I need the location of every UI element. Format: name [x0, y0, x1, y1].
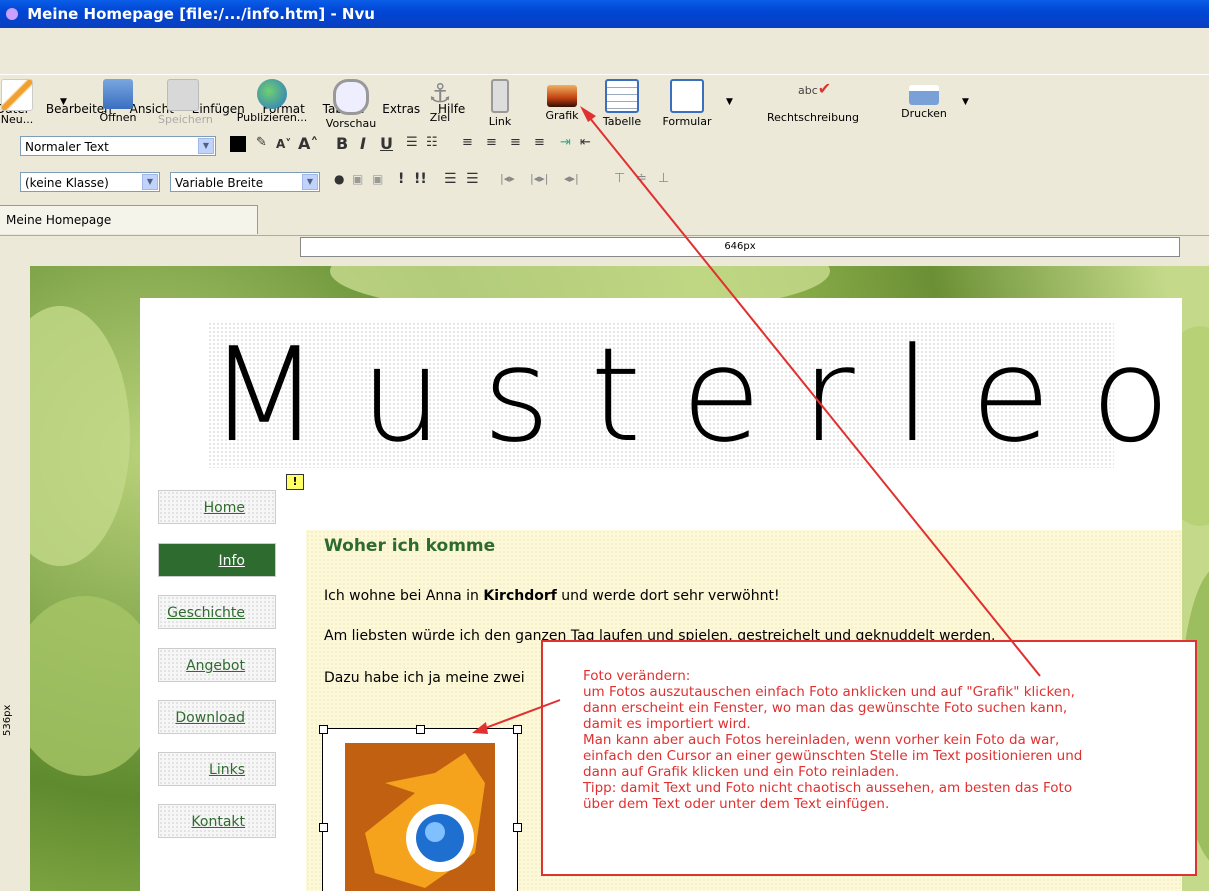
chain-link-icon [491, 79, 509, 113]
important-icon[interactable]: ! [398, 171, 404, 187]
tab-meine-homepage[interactable]: Meine Homepage [0, 205, 258, 234]
print-button[interactable]: Drucken [896, 75, 952, 120]
document-tab-bar: Meine Homepage [0, 205, 1209, 236]
outdent-icon[interactable]: ⇤ [580, 135, 591, 150]
window-title: Meine Homepage [file:/.../info.htm] - Nv… [27, 5, 375, 23]
anchor-button[interactable]: ⚓ Ziel [420, 75, 460, 124]
composition-toolbar: Neu... ▼ Öffnen Speichern Publizieren...… [0, 74, 1209, 133]
table-button[interactable]: Tabelle [600, 75, 644, 128]
width-select[interactable]: Variable Breite ▼ [170, 172, 320, 192]
style-icon[interactable]: ● [334, 172, 344, 186]
highlight-pen-icon[interactable]: ✎ [256, 135, 267, 150]
width-ruler: 646px [300, 237, 1180, 257]
align-justify-icon[interactable]: ≡ [534, 135, 545, 150]
nvu-app-icon [6, 8, 18, 20]
publish-button[interactable]: Publizieren... [232, 75, 312, 124]
image-button[interactable]: Grafik [540, 75, 584, 122]
font-larger-icon[interactable]: A˄ [298, 134, 318, 153]
paragraph-format-select[interactable]: Normaler Text ▼ [20, 136, 216, 156]
open-button[interactable]: Öffnen [95, 75, 141, 124]
blender-logo-icon [345, 743, 495, 891]
nav-download[interactable]: Download [158, 700, 276, 734]
vertical-ruler [0, 265, 30, 891]
bold-icon[interactable]: B [336, 134, 348, 153]
floppy-disk-icon [167, 79, 199, 111]
layer-icon[interactable]: ▣ [352, 172, 363, 186]
form-icon [670, 79, 704, 113]
form-button[interactable]: Formular [658, 75, 716, 128]
new-button[interactable]: Neu... [0, 75, 40, 126]
resize-handle[interactable] [513, 823, 522, 832]
resize-handle[interactable] [319, 725, 328, 734]
save-button[interactable]: Speichern [158, 75, 213, 126]
format-toolbar-1: Normaler Text ▼ ✎ A˅ A˄ B I U ☰ ☷ ≡ ≡ ≡ … [0, 134, 1209, 164]
nav-home[interactable]: Home [158, 490, 276, 524]
bullet-list-icon[interactable]: ☷ [426, 135, 438, 150]
valign-bottom-icon[interactable]: ⊥ [658, 171, 669, 186]
chevron-down-icon: ▼ [142, 174, 158, 190]
underline-icon[interactable]: U [380, 134, 393, 153]
indent-icon[interactable]: ⇥ [560, 135, 571, 150]
chevron-down-icon: ▼ [198, 138, 214, 154]
link-button[interactable]: Link [480, 75, 520, 128]
leaf-decoration [30, 306, 130, 566]
spellcheck-button[interactable]: abc✔ Rechtschreibung [762, 75, 864, 124]
spellcheck-icon: abc✔ [798, 79, 832, 98]
float-right-icon[interactable]: ◂▸| [564, 172, 579, 185]
align-right-icon[interactable]: ≡ [510, 135, 521, 150]
height-ruler-label: 536px [2, 704, 13, 736]
align-center-icon[interactable]: ≡ [486, 135, 497, 150]
paragraph-1: Ich wohne bei Anna in Kirchdorf und werd… [324, 588, 780, 604]
site-logo: Musterleo [208, 319, 1209, 471]
table-icon [605, 79, 639, 113]
paragraph-3: Dazu habe ich ja meine zwei [324, 670, 525, 686]
window-title-bar: Meine Homepage [file:/.../info.htm] - Nv… [0, 0, 1209, 28]
font-smaller-icon[interactable]: A˅ [276, 137, 291, 151]
text-color-swatch[interactable] [230, 136, 246, 152]
magnifier-icon [333, 79, 369, 115]
warning-marker-icon[interactable]: ! [286, 474, 304, 490]
very-important-icon[interactable]: !! [414, 171, 427, 187]
globe-icon [257, 79, 287, 109]
nav-geschichte[interactable]: Geschichte [158, 595, 276, 629]
list-align-icon[interactable]: ☰ [444, 171, 457, 187]
chevron-down-icon: ▼ [302, 174, 318, 190]
resize-handle[interactable] [416, 725, 425, 734]
resize-handle[interactable] [513, 725, 522, 734]
numbered-list-icon[interactable]: ☰ [406, 135, 418, 150]
selected-image[interactable] [319, 725, 522, 891]
image-icon [547, 85, 577, 107]
anchor-icon: ⚓ [428, 79, 452, 109]
nav-angebot[interactable]: Angebot [158, 648, 276, 682]
italic-icon[interactable]: I [360, 134, 366, 153]
float-center-icon[interactable]: |◂▸| [530, 172, 548, 185]
printer-icon [909, 85, 939, 105]
help-callout: Foto verändern: um Fotos auszutauschen e… [541, 640, 1197, 876]
format-toolbar-2: (keine Klasse) ▼ Variable Breite ▼ ● ▣ ▣… [0, 170, 1209, 200]
resize-handle[interactable] [319, 823, 328, 832]
open-folder-icon [103, 79, 133, 109]
list-align2-icon[interactable]: ☰ [466, 171, 479, 187]
float-left-icon[interactable]: |◂▸ [500, 172, 515, 185]
css-class-select[interactable]: (keine Klasse) ▼ [20, 172, 160, 192]
nav-info[interactable]: Info [158, 543, 276, 577]
layer-move-icon[interactable]: ▣ [372, 172, 383, 186]
print-dropdown-arrow[interactable]: ▼ [962, 97, 969, 107]
preview-button[interactable]: Vorschau [324, 75, 378, 130]
new-dropdown-arrow[interactable]: ▼ [60, 97, 67, 107]
pencil-icon [1, 79, 33, 111]
menu-bar: Datei Bearbeiten Ansicht Einfügen Format… [0, 50, 1209, 116]
valign-top-icon[interactable]: ⊤ [614, 171, 625, 186]
form-dropdown-arrow[interactable]: ▼ [726, 97, 733, 107]
align-left-icon[interactable]: ≡ [462, 135, 473, 150]
nav-links[interactable]: Links [158, 752, 276, 786]
nav-kontakt[interactable]: Kontakt [158, 804, 276, 838]
content-heading: Woher ich komme [324, 536, 496, 556]
valign-middle-icon[interactable]: ≑ [636, 171, 647, 186]
